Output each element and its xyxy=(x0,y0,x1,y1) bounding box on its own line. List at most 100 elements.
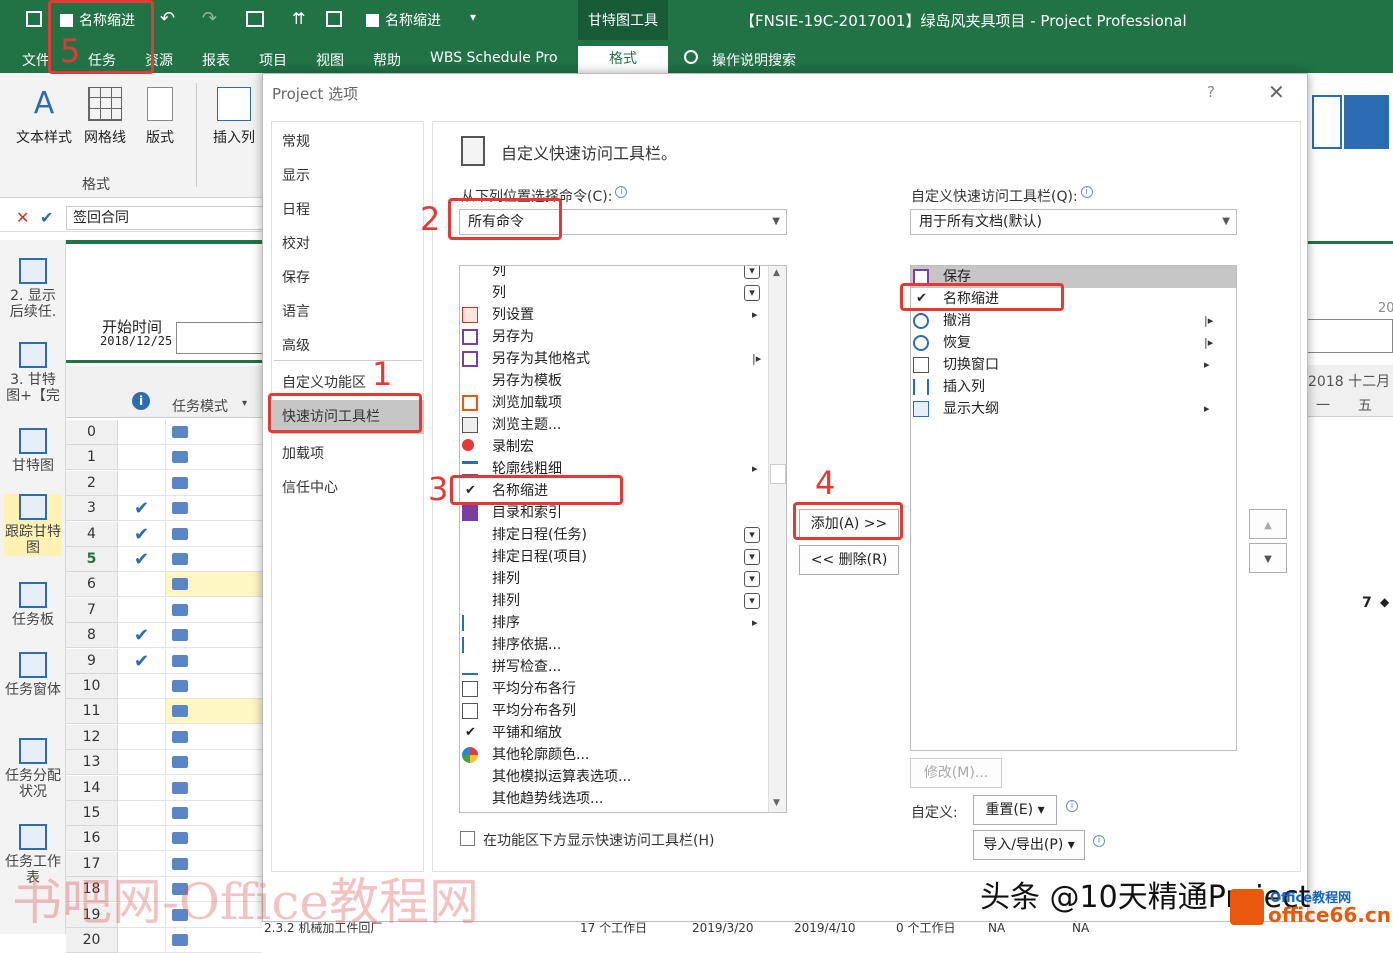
insert-column-button[interactable]: 插入列 xyxy=(206,87,262,147)
row-id[interactable]: 7 xyxy=(66,597,118,623)
tab-report[interactable]: 报表 xyxy=(202,50,230,70)
list-item[interactable]: 列设置 ▸ xyxy=(460,304,786,326)
row-id[interactable]: 12 xyxy=(66,724,118,750)
save-icon[interactable] xyxy=(26,11,42,27)
list-item[interactable]: 排序 ▸ xyxy=(460,612,786,634)
row-task-mode[interactable] xyxy=(166,572,262,598)
row-id[interactable]: 2 xyxy=(66,470,118,496)
row-id[interactable]: 10 xyxy=(66,674,118,699)
row-task-mode[interactable] xyxy=(166,776,262,801)
qat-name-indent-checkbox-2[interactable]: 名称缩进 xyxy=(366,8,441,32)
nav-addins[interactable]: 加载项 xyxy=(282,443,324,463)
commands-list[interactable]: 列 ▾ 列 ▾ 列设置 ▸ 另存为 另存为其他格式 |▸ 另存为模板 浏览加载项 浏览主题... 录制宏… xyxy=(459,265,787,813)
move-up-button[interactable]: ▲ xyxy=(1249,509,1287,539)
view-item-task-usage[interactable]: 任务分配状况 xyxy=(4,738,62,800)
view-item-tracking-gantt[interactable]: 跟踪甘特图 xyxy=(4,494,62,556)
row-id[interactable]: 15 xyxy=(66,801,118,826)
tell-me-search[interactable]: 操作说明搜索 xyxy=(712,50,796,70)
view-item-successors[interactable]: 2. 显示后续任. xyxy=(4,258,62,320)
list-item[interactable]: 撤消 |▸ xyxy=(911,310,1236,332)
view-item-gantt-complete[interactable]: 3. 甘特图+【完 xyxy=(4,342,62,404)
list-item[interactable]: 平均分布各行 xyxy=(460,678,786,700)
insert-column-icon[interactable]: ⇈ xyxy=(292,9,305,28)
row-id[interactable]: 6 xyxy=(66,572,118,598)
row-task-mode[interactable] xyxy=(166,420,262,445)
modify-button[interactable]: 修改(M)... xyxy=(910,758,1002,788)
list-item[interactable]: 其他模拟运算表选项... xyxy=(460,766,786,788)
nav-trust-center[interactable]: 信任中心 xyxy=(282,477,338,497)
list-item[interactable]: 排定日程(任务) ▾ xyxy=(460,524,786,546)
list-item[interactable]: 另存为模板 xyxy=(460,370,786,392)
task-mode-header[interactable]: 任务模式 xyxy=(172,396,228,416)
reset-button[interactable]: 重置(E) ▾ xyxy=(973,795,1057,825)
tab-project[interactable]: 项目 xyxy=(259,50,287,70)
list-item[interactable]: 排列 ▾ xyxy=(460,590,786,612)
list-item[interactable]: 排序依据... xyxy=(460,634,786,656)
row-task-mode[interactable] xyxy=(166,750,262,776)
confirm-entry-icon[interactable]: ✔ xyxy=(40,208,53,227)
list-item[interactable]: 平均分布各列 xyxy=(460,700,786,722)
tab-wbs[interactable]: WBS Schedule Pro xyxy=(430,50,558,66)
cancel-entry-icon[interactable]: ✕ xyxy=(16,208,29,227)
row-task-mode[interactable] xyxy=(166,471,262,496)
list-item[interactable]: 切换窗口 ▸ xyxy=(911,354,1236,376)
import-export-button[interactable]: 导入/导出(P) ▾ xyxy=(973,830,1085,860)
row-task-mode[interactable] xyxy=(166,623,262,649)
list-item[interactable]: 浏览主题... xyxy=(460,414,786,436)
scroll-thumb[interactable] xyxy=(770,464,786,484)
list-item[interactable]: 目录和索引 xyxy=(460,502,786,524)
list-item[interactable]: 显示大纲 ▸ xyxy=(911,398,1236,420)
row-task-mode[interactable] xyxy=(166,547,262,572)
list-item[interactable]: 录制宏 xyxy=(460,436,786,458)
close-button[interactable]: ✕ xyxy=(1268,80,1285,104)
list-item[interactable]: 恢复 |▸ xyxy=(911,332,1236,354)
nav-save[interactable]: 保存 xyxy=(282,267,310,287)
move-down-button[interactable]: ▼ xyxy=(1249,543,1287,573)
nav-general[interactable]: 常规 xyxy=(282,131,310,151)
gridlines-button[interactable]: 网格线 xyxy=(80,87,130,147)
row-id[interactable]: 4 xyxy=(66,521,118,547)
row-task-mode[interactable] xyxy=(166,699,262,725)
list-item[interactable]: 其他轮廓颜色... xyxy=(460,744,786,766)
list-item[interactable]: 另存为 xyxy=(460,326,786,348)
show-below-ribbon-checkbox[interactable] xyxy=(460,831,475,846)
row-id[interactable]: 11 xyxy=(66,699,118,725)
scroll-down-icon[interactable]: ▼ xyxy=(773,798,780,808)
list-item[interactable]: 排列 ▾ xyxy=(460,568,786,590)
row-task-mode[interactable] xyxy=(166,649,262,674)
list-item[interactable]: 拼写检查... xyxy=(460,656,786,678)
row-id[interactable]: 8 xyxy=(66,623,118,649)
switch-window-icon[interactable] xyxy=(246,11,264,27)
list-item[interactable]: 其他趋势线选项... xyxy=(460,788,786,810)
nav-advanced[interactable]: 高级 xyxy=(282,335,310,355)
nav-proofing[interactable]: 校对 xyxy=(282,233,310,253)
tab-file[interactable]: 文件 xyxy=(22,50,50,70)
redo-icon[interactable]: ↷ xyxy=(202,8,217,29)
formula-input[interactable]: 签回合同 xyxy=(66,206,266,230)
info-column-icon[interactable]: i xyxy=(132,392,150,410)
row-task-mode[interactable] xyxy=(166,496,262,522)
nav-schedule[interactable]: 日程 xyxy=(282,199,310,219)
row-id[interactable]: 3 xyxy=(66,496,118,522)
row-task-mode[interactable] xyxy=(166,801,262,826)
list-item[interactable]: 插入列 xyxy=(911,376,1236,398)
help-button[interactable]: ? xyxy=(1207,83,1215,101)
scroll-up-icon[interactable]: ▲ xyxy=(773,268,780,278)
list-item[interactable]: ✔ 平铺和缩放 xyxy=(460,722,786,744)
row-id[interactable]: 1 xyxy=(66,445,118,471)
remove-button[interactable]: << 删除(R) xyxy=(799,545,899,575)
row-id[interactable]: 13 xyxy=(66,750,118,776)
qat-items-list[interactable]: 保存 ✔ 名称缩进 撤消 |▸ 恢复 |▸ 切换窗口 ▸ 插入列 显示大纲 ▸ xyxy=(910,265,1237,751)
qat-customize-icon[interactable]: ▾ xyxy=(470,10,476,24)
tab-help[interactable]: 帮助 xyxy=(373,50,401,70)
commands-scrollbar[interactable]: ▲ ▼ xyxy=(768,266,786,812)
row-task-mode[interactable] xyxy=(166,522,262,547)
row-task-mode[interactable] xyxy=(166,725,262,750)
nav-customize-ribbon[interactable]: 自定义功能区 xyxy=(282,372,366,392)
row-id[interactable]: 14 xyxy=(66,775,118,801)
text-styles-button[interactable]: A 文本样式 xyxy=(12,87,76,147)
row-id[interactable]: 0 xyxy=(66,420,118,445)
tab-view[interactable]: 视图 xyxy=(316,50,344,70)
nav-language[interactable]: 语言 xyxy=(282,301,310,321)
row-id[interactable]: 9 xyxy=(66,648,118,674)
